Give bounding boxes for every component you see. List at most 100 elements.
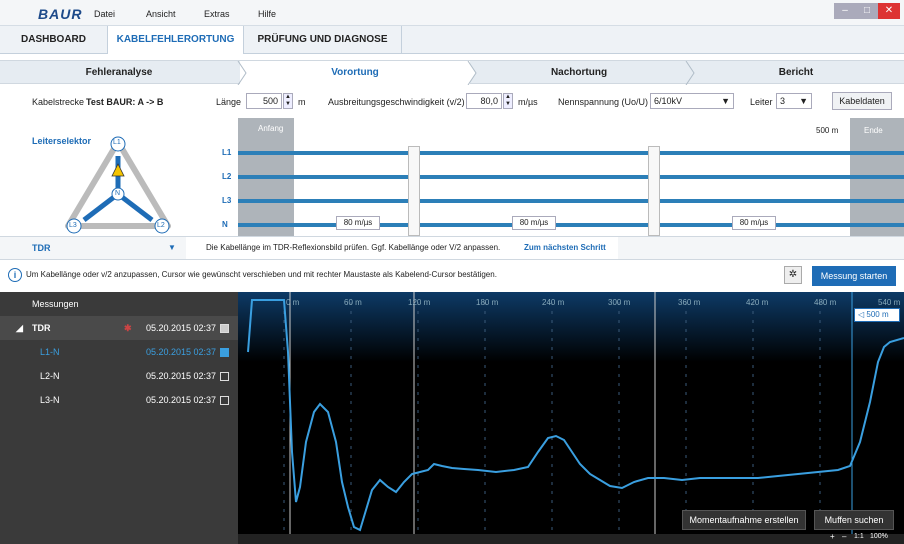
v2-input[interactable]: 80,0 [466, 93, 502, 109]
speed-label[interactable]: 80 m/µs [336, 216, 380, 230]
cursor-label[interactable]: ◁ 500 m [854, 308, 900, 322]
tab-dashboard[interactable]: DASHBOARD [0, 26, 108, 54]
status-icon: ✱ [124, 323, 132, 333]
menu-extras[interactable]: Extras [204, 9, 230, 19]
next-step-link[interactable]: Zum nächsten Schritt [524, 243, 606, 252]
joint-marker[interactable] [408, 146, 420, 236]
tick-label: 0 m [286, 298, 300, 307]
step-bericht[interactable]: Bericht [688, 61, 904, 85]
step-vorortung[interactable]: Vorortung [240, 61, 470, 85]
v2-label: Ausbreitungsgeschwindigkeit (v/2) [328, 97, 465, 107]
leiter-select[interactable]: 3 ▼ [776, 93, 812, 109]
tdr-dropdown[interactable]: TDR [32, 243, 51, 253]
tick-label: 60 m [344, 298, 362, 307]
group-date: 05.20.2015 02:37 [146, 323, 217, 333]
menu-ansicht[interactable]: Ansicht [146, 9, 176, 19]
kabelstrecke-value: Test BAUR: A -> B [86, 97, 164, 107]
tdr-group-row[interactable]: ◢ TDR ✱ 05.20.2015 02:37 [0, 316, 238, 340]
maximize-icon[interactable]: □ [856, 3, 878, 19]
row-checkbox[interactable] [220, 372, 229, 381]
measurement-date: 05.20.2015 02:37 [146, 395, 217, 405]
main-tabs: DASHBOARD KABELFEHLERORTUNG PRÜFUNG UND … [0, 26, 904, 54]
info-icon: i [8, 268, 22, 282]
conductor-l3 [238, 199, 904, 203]
step-fehleranalyse[interactable]: Fehleranalyse [0, 61, 238, 85]
line-label-l1: L1 [222, 148, 232, 157]
step-nachortung[interactable]: Nachortung [470, 61, 688, 85]
joint-marker[interactable] [648, 146, 660, 236]
list-item[interactable]: L2-N 05.20.2015 02:37 [0, 364, 238, 388]
tick-label: 360 m [678, 298, 701, 307]
chevron-down-icon[interactable]: ▼ [168, 243, 176, 252]
muffen-button[interactable]: Muffen suchen [814, 510, 894, 530]
gear-icon[interactable]: ✲ [784, 266, 802, 284]
list-item[interactable]: L1-N 05.20.2015 02:37 [0, 340, 238, 364]
spannung-label: Nennspannung (Uo/U) [558, 97, 649, 107]
tdr-plot: 0 m 60 m 120 m 180 m 240 m 300 m 360 m 4… [238, 292, 904, 544]
cable-view: Anfang 500 m Ende L1 L2 L3 N 80 m/µs 80 … [222, 118, 904, 238]
row-checkbox[interactable] [220, 348, 229, 357]
line-label-l2: L2 [222, 172, 232, 181]
expand-icon[interactable]: ◢ [16, 316, 23, 340]
speed-label[interactable]: 80 m/µs [512, 216, 556, 230]
tdr-trace [247, 292, 904, 544]
line-label-l3: L3 [222, 196, 232, 205]
info-bar: i Um Kabellänge oder v/2 anzupassen, Cur… [0, 262, 904, 290]
messung-starten-button[interactable]: Messung starten [812, 266, 896, 286]
conductor-l2 [238, 175, 904, 179]
node-l1[interactable]: L1 [113, 139, 121, 146]
kabeldaten-button[interactable]: Kabeldaten [832, 92, 892, 110]
spannung-select[interactable]: 6/10kV ▼ [650, 93, 734, 109]
node-l3[interactable]: L3 [69, 222, 77, 229]
measurement-date: 05.20.2015 02:37 [146, 371, 217, 381]
measurement-name: L3-N [40, 395, 60, 405]
kabelstrecke-label: Kabelstrecke [32, 97, 85, 107]
laenge-unit: m [298, 97, 306, 107]
step-bar: Fehleranalyse Vorortung Nachortung Beric… [0, 60, 904, 85]
menu-datei[interactable]: Datei [94, 9, 115, 19]
node-l2[interactable]: L2 [157, 222, 165, 229]
ende-label: Ende [864, 126, 883, 135]
line-label-n: N [222, 220, 228, 229]
baur-logo: BAUR [38, 6, 83, 22]
chevron-down-icon: ▼ [799, 96, 808, 106]
chevron-right-icon [467, 61, 477, 85]
measurement-name: L2-N [40, 371, 60, 381]
group-name: TDR [32, 323, 51, 333]
zoom-1to1[interactable]: 1:1 [854, 533, 864, 540]
list-item[interactable]: L3-N 05.20.2015 02:37 [0, 388, 238, 412]
tab-kabelfehlerortung[interactable]: KABELFEHLERORTUNG [108, 26, 244, 54]
menu-hilfe[interactable]: Hilfe [258, 9, 276, 19]
zoom-out-icon[interactable]: – [842, 532, 846, 541]
tick-label: 480 m [814, 298, 837, 307]
zoom-in-icon[interactable]: + [830, 532, 835, 541]
measurement-date: 05.20.2015 02:37 [146, 347, 217, 357]
minimize-icon[interactable]: – [834, 3, 856, 19]
tick-label: 420 m [746, 298, 769, 307]
row-checkbox[interactable] [220, 396, 229, 405]
node-n[interactable]: N [115, 190, 120, 197]
laenge-stepper[interactable]: ▲ ▼ [283, 93, 293, 109]
window-controls: – □ ✕ [834, 3, 900, 19]
tick-label: 240 m [542, 298, 565, 307]
v2-stepper[interactable]: ▲ ▼ [503, 93, 513, 109]
leiter-label: Leiter [750, 97, 773, 107]
leiter-value: 3 [780, 96, 786, 106]
speed-label[interactable]: 80 m/µs [732, 216, 776, 230]
snapshot-button[interactable]: Momentaufnahme erstellen [682, 510, 806, 530]
group-checkbox[interactable] [220, 324, 229, 333]
laenge-input[interactable]: 500 [246, 93, 282, 109]
info-text: Um Kabellänge oder v/2 anzupassen, Curso… [26, 270, 497, 279]
tdr-hint: Die Kabellänge im TDR-Reflexionsbild prü… [206, 243, 501, 252]
conductor-l1 [238, 151, 904, 155]
scrollbar[interactable] [238, 534, 904, 544]
measurement-name: L1-N [40, 347, 60, 357]
close-icon[interactable]: ✕ [878, 3, 900, 19]
v2-unit: m/µs [518, 97, 538, 107]
tick-label: 120 m [408, 298, 431, 307]
laenge-label: Länge [216, 97, 242, 107]
tab-pruefung-diagnose[interactable]: PRÜFUNG UND DIAGNOSE [244, 26, 402, 54]
tick-label: 540 m [878, 298, 901, 307]
leiterselektor: Leiterselektor L1 N L3 L2 [0, 116, 238, 236]
chevron-down-icon: ▼ [721, 96, 730, 106]
